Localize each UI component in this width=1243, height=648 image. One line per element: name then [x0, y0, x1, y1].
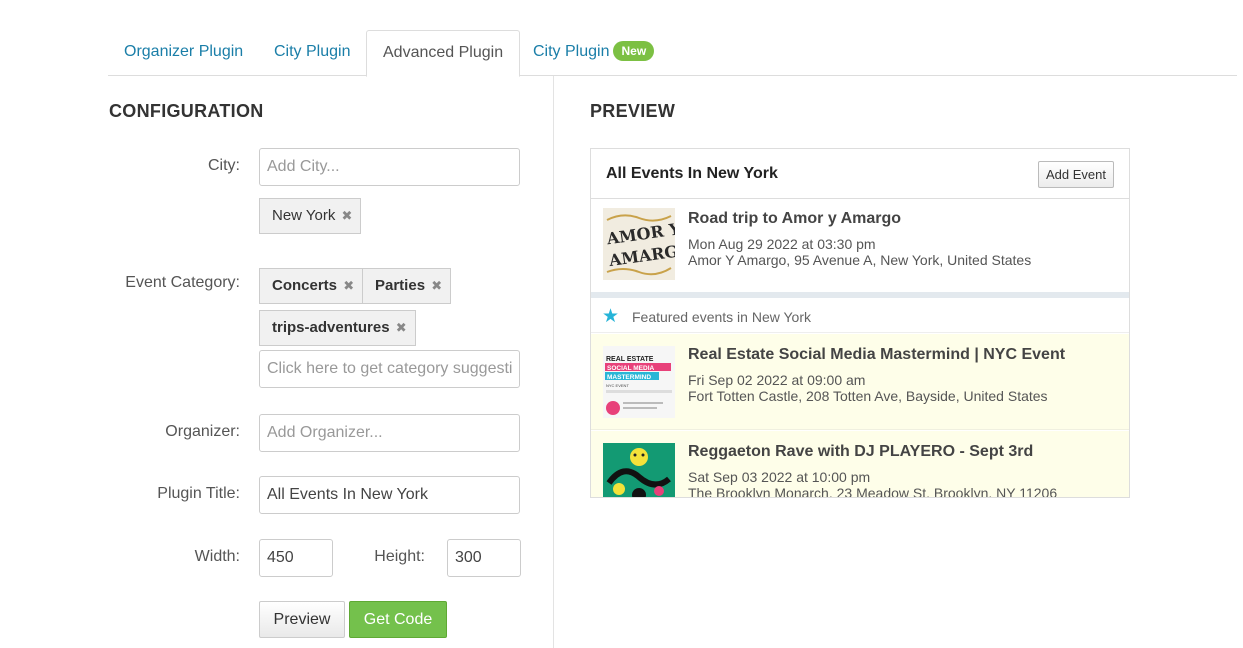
category-chip-trips-adventures: trips-adventures ✖	[259, 310, 416, 346]
height-label: Height:	[374, 548, 425, 565]
category-chip-concerts: Concerts ✖	[259, 268, 364, 304]
remove-chip-icon[interactable]: ✖	[343, 269, 354, 303]
remove-chip-icon[interactable]: ✖	[431, 269, 442, 303]
category-input[interactable]	[259, 350, 520, 388]
new-badge: New	[613, 41, 655, 61]
section-separator	[591, 292, 1129, 298]
column-divider	[553, 76, 554, 648]
configuration-heading: CONFIGURATION	[109, 101, 264, 121]
reggaeton-rave-image	[603, 443, 675, 497]
event-location: The Brooklyn Monarch, 23 Meadow St, Broo…	[688, 485, 1058, 498]
event-title[interactable]: Real Estate Social Media Mastermind | NY…	[688, 346, 1065, 364]
amor-y-amargo-logo: AMOR Y AMARGO	[603, 208, 675, 280]
preview-button[interactable]: Preview	[259, 601, 345, 638]
tab-organizer-plugin[interactable]: Organizer Plugin	[108, 30, 259, 76]
plugin-title-input[interactable]	[259, 476, 520, 514]
width-input[interactable]	[259, 539, 333, 577]
event-title[interactable]: Road trip to Amor y Amargo	[688, 210, 901, 228]
plugin-tabs: Organizer Plugin City Plugin Advanced Pl…	[108, 30, 1237, 77]
widget-header: All Events In New York Add Event	[591, 149, 1129, 199]
star-icon: ★	[602, 306, 620, 327]
height-input[interactable]	[447, 539, 521, 577]
event-item[interactable]: AMOR Y AMARGO Road trip to Amor y Amargo…	[591, 200, 1129, 292]
event-location: Fort Totten Castle, 208 Totten Ave, Bays…	[688, 388, 1048, 404]
chip-label: trips-adventures	[272, 319, 390, 336]
featured-events-label: Featured events in New York	[632, 309, 811, 325]
event-date: Mon Aug 29 2022 at 03:30 pm	[688, 236, 876, 252]
tab-city-plugin[interactable]: City Plugin	[258, 30, 366, 76]
preview-heading: PREVIEW	[590, 101, 676, 121]
event-date: Fri Sep 02 2022 at 09:00 am	[688, 372, 866, 388]
category-chip-parties: Parties ✖	[362, 268, 452, 304]
event-thumbnail	[603, 443, 675, 497]
plugin-title-label: Plugin Title:	[157, 485, 240, 502]
tab-city-plugin-new[interactable]: City Plugin New	[517, 30, 670, 76]
organizer-label: Organizer:	[165, 423, 240, 440]
event-category-label: Event Category:	[125, 274, 240, 291]
real-estate-event-image: REAL ESTATE SOCIAL MEDIA MASTERMIND NYC …	[603, 346, 675, 418]
chip-label: New York	[272, 207, 336, 224]
thumb-line: MASTERMIND	[607, 374, 651, 381]
widget-preview: All Events In New York Add Event AMOR Y …	[590, 148, 1130, 498]
get-code-button[interactable]: Get Code	[349, 601, 447, 638]
event-thumbnail: AMOR Y AMARGO	[603, 208, 675, 280]
tab-advanced-plugin[interactable]: Advanced Plugin	[366, 30, 521, 77]
featured-events-header: ★ Featured events in New York	[591, 299, 1129, 333]
remove-chip-icon[interactable]: ✖	[342, 199, 353, 233]
remove-chip-icon[interactable]: ✖	[396, 311, 407, 345]
event-location: Amor Y Amargo, 95 Avenue A, New York, Un…	[688, 252, 1032, 268]
organizer-input[interactable]	[259, 414, 520, 452]
width-label: Width:	[194, 548, 240, 565]
thumb-line: SOCIAL MEDIA	[607, 365, 654, 372]
chip-label: Parties	[375, 277, 426, 294]
thumb-line: NYC EVENT	[606, 383, 629, 388]
widget-title: All Events In New York	[606, 165, 778, 182]
add-event-button[interactable]: Add Event	[1038, 161, 1114, 188]
tab-label: City Plugin	[533, 43, 610, 60]
event-item[interactable]: REAL ESTATE SOCIAL MEDIA MASTERMIND NYC …	[591, 334, 1129, 430]
city-input[interactable]	[259, 148, 520, 186]
chip-label: Concerts	[272, 277, 338, 294]
event-title[interactable]: Reggaeton Rave with DJ PLAYERO - Sept 3r…	[688, 443, 1033, 461]
thumb-line: REAL ESTATE	[606, 356, 654, 363]
city-chip-new-york: New York ✖	[259, 198, 362, 234]
event-item[interactable]: Reggaeton Rave with DJ PLAYERO - Sept 3r…	[591, 431, 1129, 498]
city-label: City:	[208, 157, 240, 174]
event-thumbnail: REAL ESTATE SOCIAL MEDIA MASTERMIND NYC …	[603, 346, 675, 418]
event-date: Sat Sep 03 2022 at 10:00 pm	[688, 469, 871, 485]
